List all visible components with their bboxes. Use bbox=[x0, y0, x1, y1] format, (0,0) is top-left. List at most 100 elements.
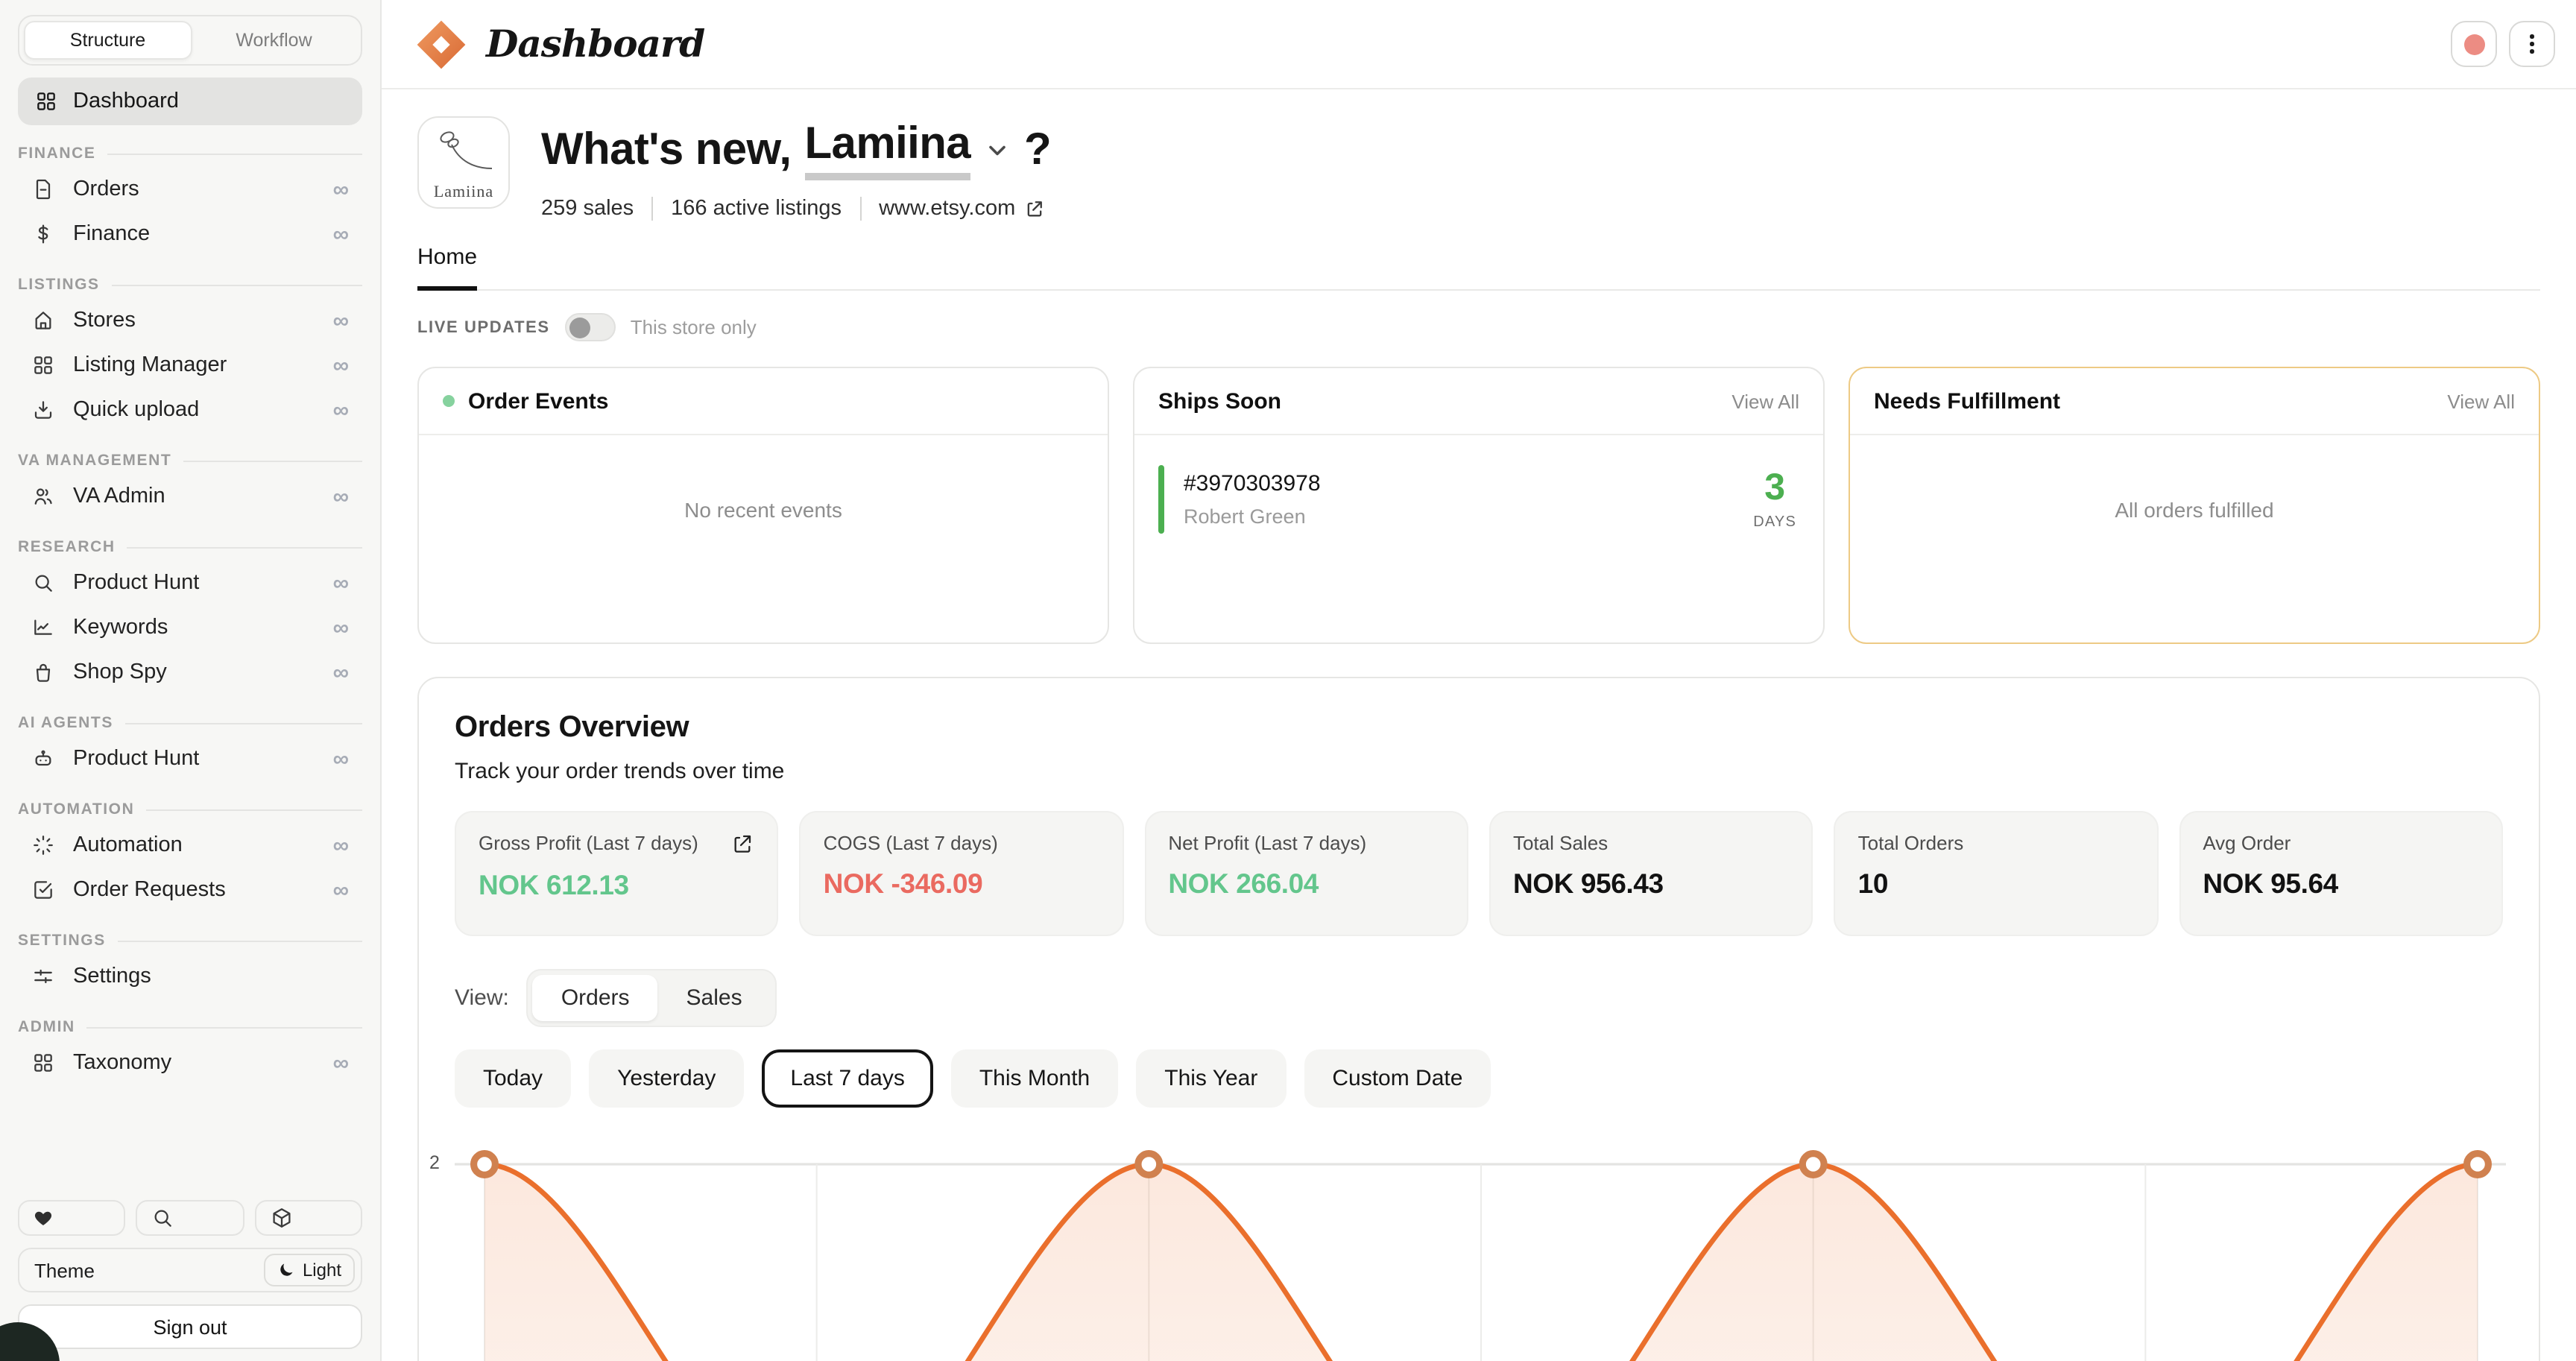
users-icon bbox=[31, 484, 57, 509]
sidebar-item-orders[interactable]: Orders∞ bbox=[18, 167, 362, 212]
stat-label: Total Orders bbox=[1858, 832, 1964, 854]
sidebar-item-automation[interactable]: Automation ∞ bbox=[18, 823, 362, 868]
sidebar-item-label: Dashboard bbox=[73, 89, 179, 113]
app-window: Structure Workflow Dashboard FINANCEOrde… bbox=[0, 0, 2576, 1361]
stat-card-cogs-last-7-days-: COGS (Last 7 days) NOK -346.09 bbox=[800, 811, 1124, 936]
moon-icon bbox=[277, 1261, 295, 1279]
this-store-only-label: This store only bbox=[631, 316, 757, 338]
view-all-link[interactable]: View All bbox=[1731, 390, 1799, 412]
range-button-yesterday[interactable]: Yesterday bbox=[589, 1049, 744, 1108]
empty-state-text: No recent events bbox=[419, 498, 1108, 522]
store-name-dropdown[interactable]: Lamiina bbox=[805, 119, 971, 180]
search-button[interactable] bbox=[136, 1200, 244, 1236]
sidebar-section-label: VA MANAGEMENT bbox=[18, 452, 362, 470]
sidebar-item-product-hunt[interactable]: Product Hunt ∞ bbox=[18, 736, 362, 781]
sidebar-item-label: Product Hunt bbox=[73, 747, 199, 771]
orders-sales-switch: Orders Sales bbox=[527, 969, 777, 1027]
favorites-button[interactable] bbox=[18, 1200, 126, 1236]
sidebar-item-label: Automation bbox=[73, 833, 183, 857]
link-infinity-icon[interactable]: ∞ bbox=[333, 354, 349, 376]
this-store-only-toggle[interactable] bbox=[565, 313, 616, 341]
sidebar-item-quick-upload[interactable]: Quick upload∞ bbox=[18, 388, 362, 432]
link-infinity-icon[interactable]: ∞ bbox=[333, 399, 349, 421]
link-infinity-icon[interactable]: ∞ bbox=[333, 572, 349, 594]
sidebar-item-label: Order Requests bbox=[73, 878, 226, 902]
view-all-link[interactable]: View All bbox=[2447, 390, 2515, 412]
orders-trend-chart: 2 bbox=[455, 1125, 2503, 1304]
sidebar-item-label: Listing Manager bbox=[73, 353, 227, 377]
view-switch-row: View: Orders Sales bbox=[455, 969, 2503, 1027]
record-button[interactable] bbox=[2451, 21, 2497, 67]
link-infinity-icon[interactable]: ∞ bbox=[333, 178, 349, 200]
needs-fulfillment-card: Needs Fulfillment View All All orders fu… bbox=[1849, 367, 2540, 644]
sidebar-footer: Theme Light Sign out bbox=[18, 1200, 362, 1349]
sidebar-item-finance[interactable]: Finance∞ bbox=[18, 212, 362, 256]
link-infinity-icon[interactable]: ∞ bbox=[333, 309, 349, 332]
link-infinity-icon[interactable]: ∞ bbox=[333, 223, 349, 245]
link-infinity-icon[interactable]: ∞ bbox=[333, 616, 349, 639]
status-bar bbox=[1158, 465, 1164, 534]
view-option-orders[interactable]: Orders bbox=[533, 975, 658, 1021]
sidebar-item-label: Shop Spy bbox=[73, 660, 167, 684]
live-updates-label: LIVE UPDATES bbox=[417, 318, 550, 336]
line-chart bbox=[455, 1125, 2506, 1361]
store-link[interactable]: www.etsy.com bbox=[859, 197, 1045, 221]
sidebar-item-taxonomy[interactable]: Taxonomy∞ bbox=[18, 1041, 362, 1085]
theme-label: Theme bbox=[34, 1259, 95, 1281]
app-logo: Dashboard bbox=[414, 17, 704, 71]
tab-home[interactable]: Home bbox=[417, 244, 477, 291]
store-avatar[interactable]: Lamiina bbox=[417, 116, 510, 209]
page-title: What's new, Lamiina ? bbox=[541, 119, 1051, 180]
sidebar-item-stores[interactable]: Stores∞ bbox=[18, 298, 362, 343]
link-infinity-icon[interactable]: ∞ bbox=[333, 485, 349, 508]
external-link-icon[interactable] bbox=[731, 832, 755, 856]
more-menu-button[interactable] bbox=[2509, 21, 2555, 67]
stat-value: NOK -346.09 bbox=[824, 868, 1100, 900]
store-url[interactable]: www.etsy.com bbox=[879, 197, 1015, 221]
sidebar-item-order-requests[interactable]: Order Requests ∞ bbox=[18, 868, 362, 912]
document-icon bbox=[31, 177, 57, 202]
sidebar-item-va-admin[interactable]: VA Admin∞ bbox=[18, 474, 362, 519]
stat-value: NOK 612.13 bbox=[479, 869, 755, 902]
chevron-down-icon[interactable] bbox=[984, 136, 1011, 163]
tab-workflow[interactable]: Workflow bbox=[192, 21, 356, 60]
record-dot-icon bbox=[2463, 34, 2484, 54]
link-infinity-icon[interactable]: ∞ bbox=[333, 1052, 349, 1074]
range-button-custom-date[interactable]: Custom Date bbox=[1304, 1049, 1491, 1108]
sidebar-item-listing-manager[interactable]: Listing Manager ∞ bbox=[18, 343, 362, 388]
stat-label: COGS (Last 7 days) bbox=[824, 832, 998, 854]
bag-icon bbox=[31, 660, 57, 685]
cube-icon bbox=[269, 1206, 293, 1230]
sidebar-item-settings[interactable]: Settings bbox=[18, 954, 362, 999]
link-infinity-icon[interactable]: ∞ bbox=[333, 661, 349, 683]
card-title: Order Events bbox=[468, 388, 608, 414]
help-question-mark[interactable]: ? bbox=[1024, 124, 1051, 175]
range-button-last-7-days[interactable]: Last 7 days bbox=[762, 1049, 932, 1108]
range-button-this-month[interactable]: This Month bbox=[951, 1049, 1118, 1108]
stat-card-total-orders: Total Orders10 bbox=[1834, 811, 2159, 936]
stat-card-total-sales: Total SalesNOK 956.43 bbox=[1489, 811, 1813, 936]
sidebar-section-label: LISTINGS bbox=[18, 276, 362, 294]
sidebar-item-shop-spy[interactable]: Shop Spy ∞ bbox=[18, 650, 362, 695]
shipment-row[interactable]: #3970303978 Robert Green 3 DAYS bbox=[1134, 435, 1823, 534]
sales-count: 259 sales bbox=[541, 197, 634, 221]
package-button[interactable] bbox=[254, 1200, 362, 1236]
sign-out-button[interactable]: Sign out bbox=[18, 1304, 362, 1349]
view-option-sales[interactable]: Sales bbox=[658, 975, 771, 1021]
range-button-today[interactable]: Today bbox=[455, 1049, 571, 1108]
sidebar-item-product-hunt[interactable]: Product Hunt ∞ bbox=[18, 560, 362, 605]
view-label: View: bbox=[455, 985, 509, 1011]
stat-label: Net Profit (Last 7 days) bbox=[1168, 832, 1366, 854]
link-infinity-icon[interactable]: ∞ bbox=[333, 879, 349, 901]
range-button-this-year[interactable]: This Year bbox=[1136, 1049, 1286, 1108]
sidebar-item-label: Product Hunt bbox=[73, 571, 199, 595]
sidebar-item-dashboard[interactable]: Dashboard bbox=[18, 78, 362, 125]
theme-toggle-button[interactable]: Light bbox=[264, 1254, 355, 1286]
link-infinity-icon[interactable]: ∞ bbox=[333, 748, 349, 770]
link-infinity-icon[interactable]: ∞ bbox=[333, 834, 349, 856]
stats-row: Gross Profit (Last 7 days)NOK 612.13COGS… bbox=[455, 811, 2503, 936]
stat-label: Total Sales bbox=[1513, 832, 1608, 854]
stat-label: Avg Order bbox=[2203, 832, 2291, 854]
sidebar-item-keywords[interactable]: Keywords∞ bbox=[18, 605, 362, 650]
tab-structure[interactable]: Structure bbox=[24, 21, 192, 60]
